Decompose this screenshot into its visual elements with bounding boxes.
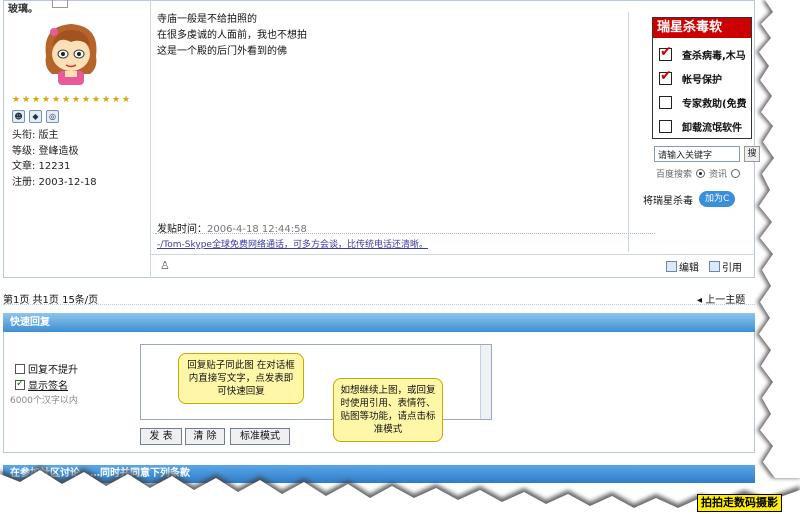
ad-title: 瑞星杀毒软 bbox=[653, 18, 751, 38]
medal-badge-icon: ◆ bbox=[29, 110, 42, 123]
char-limit-note: 6000个汉字以内 bbox=[10, 396, 78, 406]
signature-divider bbox=[155, 233, 655, 234]
no-bump-option[interactable]: 回复不提升 bbox=[15, 361, 78, 376]
ad-item: 卸载流氓软件 bbox=[659, 118, 742, 134]
other-radio[interactable] bbox=[731, 169, 741, 178]
news-radio[interactable] bbox=[696, 169, 706, 178]
show-signature-label: 显示签名 bbox=[28, 381, 68, 392]
author-profile: 头衔: 版主 等级: 登峰造极 文章: 12231 注册: 2003-12-18 bbox=[12, 128, 97, 190]
medal-globe-icon: ◎ bbox=[46, 110, 59, 123]
rank-star-icon: ★ bbox=[92, 95, 101, 105]
edit-button[interactable]: 编辑 bbox=[666, 259, 699, 274]
medals: ☻ ◆ ◎ bbox=[12, 110, 59, 123]
ad-item: 帐号保护 bbox=[659, 68, 722, 86]
clear-button[interactable]: 清 除 bbox=[185, 428, 225, 445]
rank-star-icon: ★ bbox=[62, 95, 71, 105]
rank-star-icon: ★ bbox=[112, 95, 121, 105]
rank-star-icon: ★ bbox=[122, 95, 131, 105]
rank-star-icon: ★ bbox=[72, 95, 81, 105]
keyword-search-input[interactable]: 请输入关键字 bbox=[654, 146, 740, 162]
rank-star-icon: ★ bbox=[32, 95, 41, 105]
no-bump-label: 回复不提升 bbox=[28, 365, 78, 376]
user-info-icon[interactable]: ♙ bbox=[160, 259, 170, 272]
author-posts: 文章: 12231 bbox=[12, 161, 71, 172]
rank-star-icon: ★ bbox=[22, 95, 31, 105]
add-contact-button[interactable]: 加为C bbox=[699, 191, 736, 207]
reply-scrollbar[interactable] bbox=[480, 345, 491, 419]
quote-label: 引用 bbox=[722, 263, 742, 274]
ad-item-label: 专家救助(免费 bbox=[682, 98, 747, 110]
terms-header: 在参加社区讨论……同时并同意下列条款 bbox=[3, 465, 755, 483]
ad-bottom-label: 将瑞星杀毒 bbox=[643, 195, 693, 207]
author-level: 等级: 登峰造极 bbox=[12, 145, 79, 157]
antivirus-ad[interactable]: 瑞星杀毒软 查杀病毒,木马 帐号保护 专家救助(免费 卸载流氓软件 bbox=[652, 17, 752, 139]
empty-box-icon bbox=[659, 119, 672, 133]
ad-item: 查杀病毒,木马 bbox=[659, 44, 746, 62]
show-signature-checkbox[interactable] bbox=[15, 378, 25, 390]
post-line: 在很多虔诚的人面前，我也不想拍 bbox=[157, 30, 307, 41]
quote-button[interactable]: 引用 bbox=[709, 259, 742, 274]
search-engine-row: 百度搜索 资讯 bbox=[656, 167, 741, 180]
medal-gold-icon: ☻ bbox=[12, 110, 25, 123]
ad-item: 专家救助(免费 bbox=[659, 94, 747, 110]
edit-icon bbox=[666, 261, 677, 272]
show-signature-option[interactable]: 显示签名 bbox=[15, 377, 68, 392]
post-line: 这是一个殿的后门外看到的佛 bbox=[157, 46, 287, 57]
post-header-tag: 玻璃。 bbox=[8, 4, 38, 15]
author-registered: 注册: 2003-12-18 bbox=[12, 176, 97, 188]
post-line: 寺庙一般是不给拍照的 bbox=[157, 14, 257, 25]
forum-page: 玻璃。 ★ ★ ★ ★ ★ ★ ★ ★ ★ ★ ★ ★ ☻ ◆ ◎ 头衔: 版主 等级: 登峰造极 文… bbox=[0, 0, 800, 514]
rank-star-icon: ★ bbox=[12, 95, 21, 105]
red-check-icon bbox=[659, 44, 672, 61]
rank-star-icon: ★ bbox=[52, 95, 61, 105]
tip-bubble-quick-reply: 回复贴子同此图 在对话框内直接写文字，点发表即可快速回复 bbox=[178, 353, 304, 404]
rank-stars: ★ ★ ★ ★ ★ ★ ★ ★ ★ ★ ★ ★ bbox=[12, 96, 131, 105]
submit-button[interactable]: 发 表 bbox=[140, 428, 182, 445]
standard-mode-button[interactable]: 标准模式 bbox=[230, 428, 290, 445]
post-body: 寺庙一般是不给拍照的 在很多虔诚的人面前，我也不想拍 这是一个殿的后门外看到的佛 bbox=[157, 12, 307, 60]
news-radio-label: 资讯 bbox=[709, 170, 728, 180]
post-header-box bbox=[52, 0, 68, 8]
pager-divider bbox=[3, 304, 755, 305]
empty-box-icon bbox=[659, 95, 672, 109]
ad-divider bbox=[628, 12, 629, 252]
cartoon-girl-avatar-icon bbox=[45, 24, 97, 85]
quick-reply-header: 快速回复 bbox=[3, 313, 755, 332]
signature-link[interactable]: -/Tom-Skype全球免费网络通话，可多方会谈，比传统电话还清晰。 bbox=[157, 237, 428, 250]
ad-bottom-row: 将瑞星杀毒 加为C bbox=[643, 191, 736, 207]
engine-label: 百度搜索 bbox=[656, 170, 693, 180]
rank-star-icon: ★ bbox=[82, 95, 91, 105]
author-title: 头衔: 版主 bbox=[12, 130, 59, 141]
keyword-search-button[interactable]: 搜 bbox=[744, 146, 760, 162]
red-check-icon bbox=[659, 68, 672, 85]
post-footer-divider bbox=[150, 254, 755, 255]
photo-watermark: 拍拍走数码摄影 bbox=[697, 494, 782, 512]
no-bump-checkbox[interactable] bbox=[15, 363, 25, 374]
ad-item-label: 帐号保护 bbox=[682, 74, 722, 86]
tip-bubble-standard-mode: 如想继续上图，或回复时使用引用、表情符、贴图等功能，请点击标准模式 bbox=[333, 378, 443, 442]
ad-item-label: 卸载流氓软件 bbox=[682, 122, 742, 134]
quote-icon bbox=[709, 261, 720, 272]
rank-star-icon: ★ bbox=[102, 95, 111, 105]
rank-star-icon: ★ bbox=[42, 95, 51, 105]
ad-item-label: 查杀病毒,木马 bbox=[682, 50, 746, 62]
edit-label: 编辑 bbox=[679, 263, 699, 274]
